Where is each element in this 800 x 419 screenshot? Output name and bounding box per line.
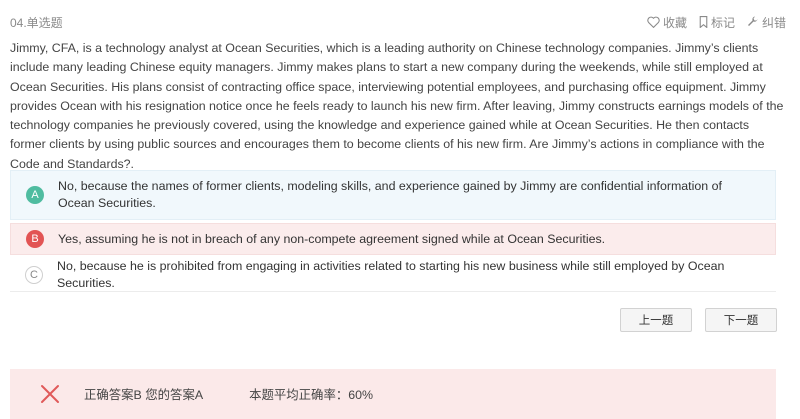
answer-result-panel: 正确答案B 您的答案A 本题平均正确率：60% bbox=[10, 369, 776, 419]
report-error-button[interactable]: 纠错 bbox=[747, 14, 786, 31]
option-text-a: No, because the names of former clients,… bbox=[58, 179, 722, 210]
next-question-button[interactable]: 下一题 bbox=[705, 308, 777, 332]
option-text-b: Yes, assuming he is not in breach of any… bbox=[58, 231, 606, 246]
wrong-answer-x-icon bbox=[41, 385, 59, 403]
question-header: 04.单选题 收藏 标记 纠错 bbox=[10, 12, 786, 32]
question-actions: 收藏 标记 纠错 bbox=[647, 14, 786, 31]
option-text-c: No, because he is prohibited from engagi… bbox=[57, 258, 725, 290]
report-error-label: 纠错 bbox=[761, 15, 786, 30]
favorite-label: 收藏 bbox=[662, 15, 687, 30]
option-c[interactable]: C No, because he is prohibited from enga… bbox=[10, 258, 776, 292]
option-b[interactable]: B Yes, assuming he is not in breach of a… bbox=[10, 223, 776, 255]
option-a[interactable]: A No, because the names of former client… bbox=[10, 170, 776, 220]
heart-icon bbox=[647, 16, 660, 28]
wrench-icon bbox=[747, 16, 758, 26]
mark-label: 标记 bbox=[710, 15, 735, 30]
favorite-button[interactable]: 收藏 bbox=[647, 14, 687, 31]
previous-question-button[interactable]: 上一题 bbox=[620, 308, 692, 332]
option-letter-b: B bbox=[26, 230, 44, 248]
average-accuracy-text: 本题平均正确率：60% bbox=[249, 388, 374, 402]
bookmark-icon bbox=[699, 16, 708, 28]
question-type-label: 04.单选题 bbox=[10, 15, 63, 30]
answer-comparison-text: 正确答案B 您的答案A bbox=[84, 388, 204, 402]
option-letter-c: C bbox=[25, 265, 43, 284]
question-text: Jimmy, CFA, is a technology analyst at O… bbox=[10, 41, 784, 171]
option-letter-a: A bbox=[26, 186, 44, 204]
mark-button[interactable]: 标记 bbox=[699, 14, 735, 31]
